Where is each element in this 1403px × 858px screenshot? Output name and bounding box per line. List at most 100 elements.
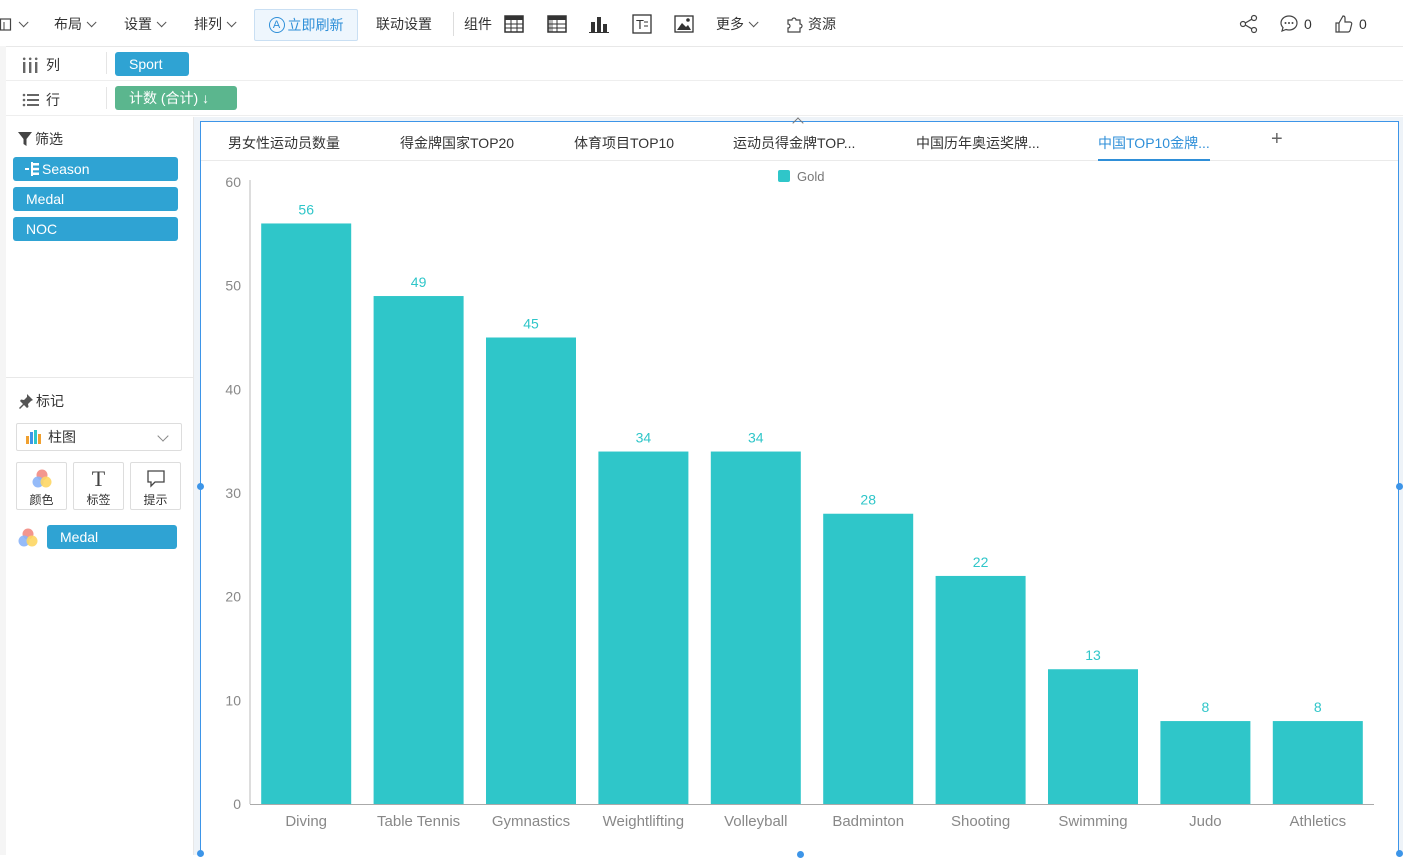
x-tick-label: Athletics [1289,813,1346,830]
refresh-now-button[interactable]: A 立即刷新 [254,9,358,41]
chevron-down-icon [156,16,167,27]
x-tick-label: Weightlifting [603,813,684,830]
columns-shelf-label: 列 [22,55,60,75]
mark-color-button[interactable]: 颜色 [16,462,67,510]
settings-menu[interactable]: 设置 [124,11,167,37]
y-tick-label: 50 [225,278,241,294]
link-settings-label: 联动设置 [376,16,432,32]
columns-pill-sport[interactable]: Sport [115,52,189,76]
resources-button[interactable]: 资源 [785,11,836,37]
x-tick-label: Gymnastics [492,813,570,830]
bar [710,451,801,804]
bar-value-label: 22 [973,554,989,570]
bar [823,513,914,804]
rows-pill-count[interactable]: 计数 (合计) ↓ [115,86,237,110]
mark-label-button[interactable]: T 标签 [73,462,124,510]
components-label: 组件 [464,11,492,37]
resize-handle-left[interactable] [197,483,204,490]
resize-handle-bottom-right[interactable] [1396,850,1403,857]
image-icon[interactable] [674,14,694,34]
tab-china-history-medals[interactable]: 中国历年奥运奖牌... [916,133,1040,159]
mark-label-label: 标签 [86,493,111,507]
chart-widget[interactable]: 男女性运动员数量 得金牌国家TOP20 体育项目TOP10 运动员得金牌TOP.… [200,117,1399,855]
resources-label: 资源 [808,16,836,32]
toolbar: 布局 设置 排列 A 立即刷新 联动设置 组件 T 更多 资源 0 0 [0,0,1403,47]
like-count: 0 [1359,16,1367,32]
arrange-menu[interactable]: 排列 [194,11,237,37]
comment-button[interactable]: 0 [1279,14,1312,34]
x-tick-label: Judo [1189,813,1222,830]
tab-gender-athletes[interactable]: 男女性运动员数量 [228,133,340,159]
add-tab-icon[interactable]: + [1271,128,1283,151]
toolbar-divider [453,12,454,36]
filter-pill-medal[interactable]: Medal [13,187,178,211]
rows-shelf-label: 行 [22,90,60,110]
table-icon[interactable] [504,14,524,34]
layout-menu[interactable]: 布局 [54,11,97,37]
legend-label: Gold [797,169,824,184]
svg-text:T: T [636,17,644,32]
y-tick-label: 30 [225,485,241,501]
thumbs-up-icon [1335,15,1353,33]
chart-type-value: 柱图 [48,429,76,445]
more-menu[interactable]: 更多 [716,11,759,37]
layout-menu-label: 布局 [54,16,82,32]
bar-value-label: 8 [1202,699,1210,715]
marks-title-text: 标记 [36,393,64,409]
columns-label-text: 列 [46,57,60,73]
auto-refresh-icon: A [268,17,285,33]
rows-icon [22,93,39,107]
bar-value-label: 13 [1085,647,1101,663]
bar [373,296,464,804]
columns-icon [22,57,38,73]
marks-section-title: 标记 [18,391,64,411]
x-tick-label: Volleyball [724,813,787,830]
x-tick-label: Swimming [1058,813,1127,830]
y-tick-label: 0 [233,796,241,812]
bar-chart-icon[interactable] [589,14,609,34]
bar-value-label: 56 [298,201,314,217]
rows-shelf: 行 计数 (合计) ↓ [6,81,1403,116]
shelf-divider [106,52,107,74]
puzzle-icon [787,17,803,33]
tab-gold-countries-top20[interactable]: 得金牌国家TOP20 [400,133,514,159]
y-tick-label: 60 [225,174,241,190]
resize-handle-right[interactable] [1396,483,1403,490]
text-box-icon[interactable]: T [632,14,652,34]
tab-athlete-gold-top[interactable]: 运动员得金牌TOP... [733,133,855,159]
tab-sports-top10[interactable]: 体育项目TOP10 [574,133,674,159]
resize-handle-bottom-left[interactable] [197,850,204,857]
like-button[interactable]: 0 [1334,14,1367,34]
filter-pill-noc[interactable]: NOC [13,217,178,241]
x-tick-label: Table Tennis [377,813,460,830]
bar [486,337,576,804]
left-panel: 筛选 Season Medal NOC 标记 柱图 颜色 T 标签 提示 Med… [6,117,194,855]
bar [1160,721,1251,804]
chevron-down-icon [157,430,169,442]
pin-icon [19,394,33,409]
mark-tooltip-label: 提示 [143,493,168,507]
device-layout-menu[interactable] [0,11,29,37]
filter-pill-season[interactable]: Season [13,157,178,181]
bar-value-label: 8 [1314,699,1322,715]
refresh-now-label: 立即刷新 [287,17,344,33]
y-tick-label: 40 [225,381,241,397]
chevron-down-icon [748,16,759,27]
settings-menu-label: 设置 [124,16,152,32]
mark-tooltip-button[interactable]: 提示 [130,462,181,510]
device-icon [0,18,12,31]
link-settings-button[interactable]: 联动设置 [376,11,432,37]
chevron-down-icon [86,16,97,27]
crosstab-icon[interactable] [547,14,567,34]
bar [935,575,1026,804]
text-t-icon: T [91,466,106,491]
share-button[interactable] [1239,14,1259,34]
tooltip-bubble-icon [146,470,165,488]
chart-type-select[interactable]: 柱图 [16,423,182,451]
color-field-pill-medal[interactable]: Medal [47,525,177,549]
color-circles-icon [18,528,38,547]
tab-china-top10-gold[interactable]: 中国TOP10金牌... [1098,133,1210,161]
bar [261,223,352,804]
bar-value-label: 49 [411,274,427,290]
panel-divider [6,377,193,378]
